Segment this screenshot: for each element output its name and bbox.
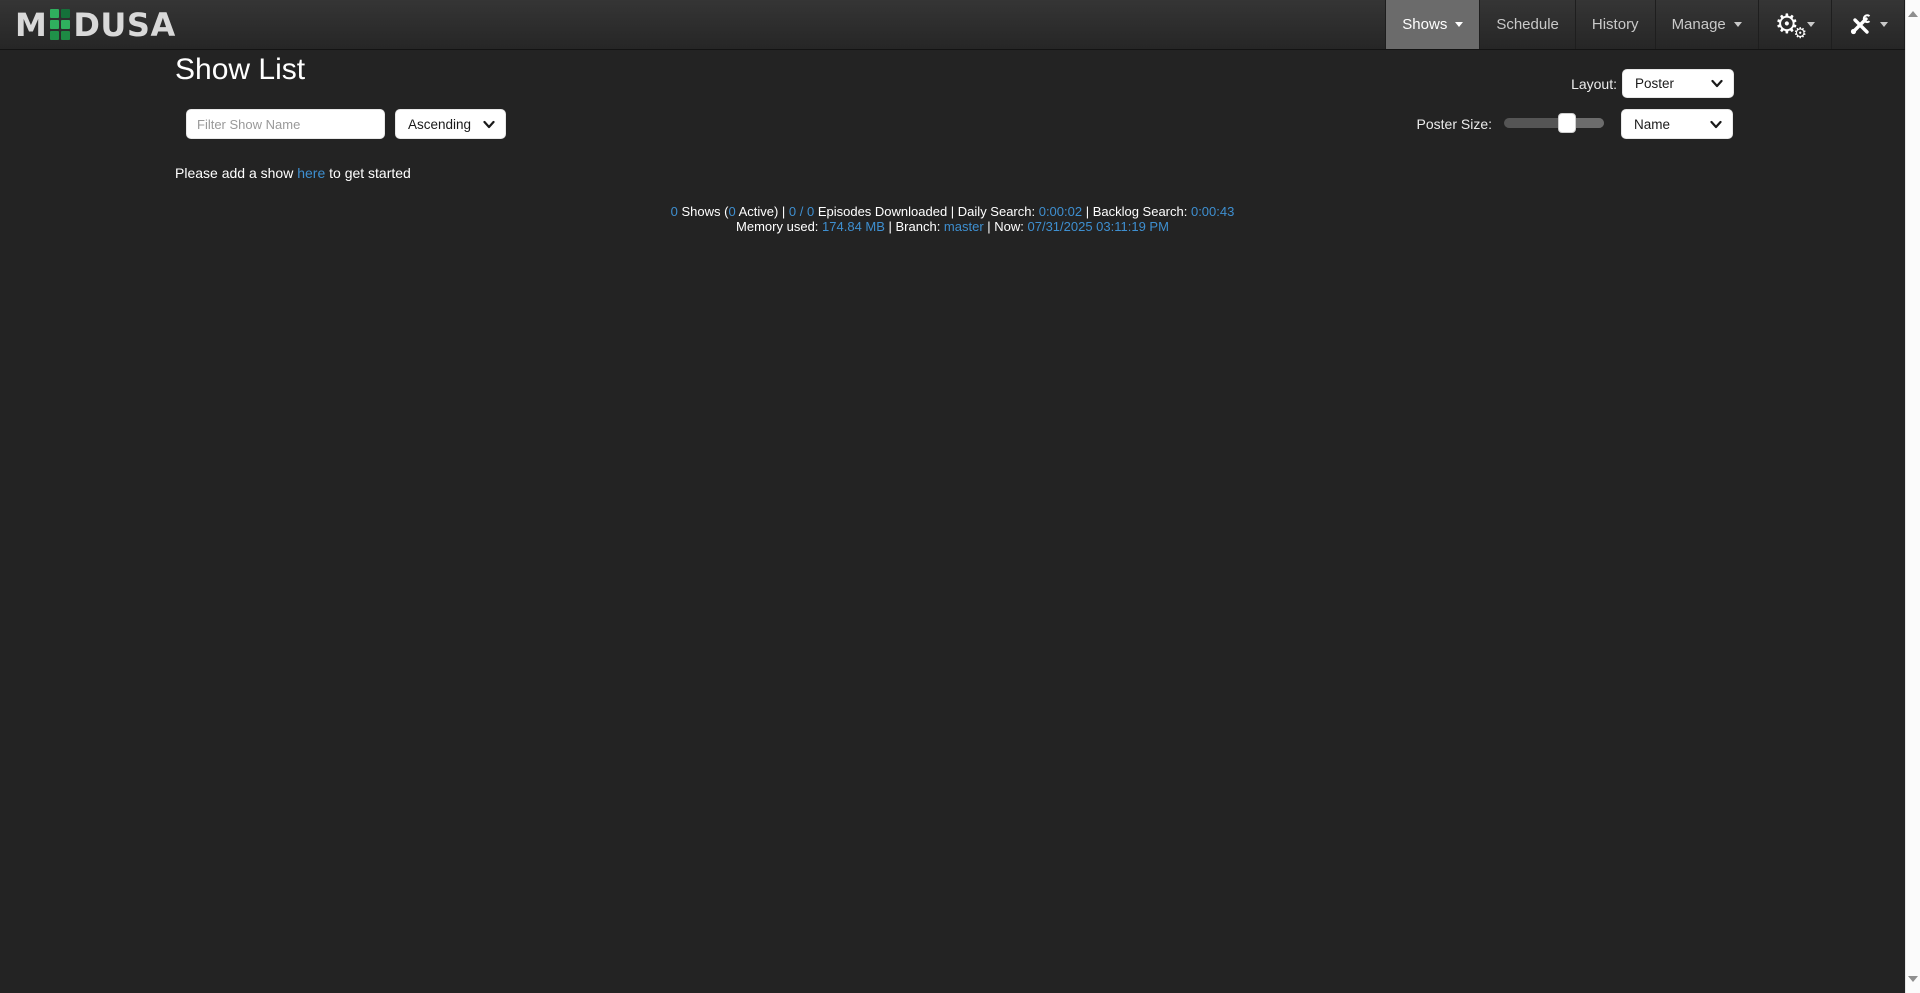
top-navbar: M DUSA Shows Schedule History Manage ⚙⚙ [0,0,1905,50]
branch-value: master [944,219,984,234]
poster-size-slider-handle[interactable] [1558,113,1576,133]
active-shows-count: 0 [728,204,735,219]
nav-item-history[interactable]: History [1575,0,1655,49]
caret-down-icon [1807,22,1815,31]
empty-message-pre: Please add a show [175,165,293,181]
nav-item-label: Shows [1402,16,1447,33]
nav-item-label: Manage [1672,16,1726,33]
logo-text-suffix: DUSA [73,6,175,44]
layout-select[interactable]: Poster [1622,69,1734,98]
sort-order-value: Ascending [396,117,483,132]
logo-text-prefix: M [15,6,47,44]
chevron-down-icon [1710,120,1722,129]
sort-by-select[interactable]: Name [1621,109,1733,139]
caret-down-icon [1455,22,1463,31]
chevron-down-icon [1711,79,1723,88]
gears-icon: ⚙⚙ [1775,11,1799,38]
episodes-downloaded-count: 0 / 0 [789,204,814,219]
filter-show-name-input[interactable] [186,109,385,139]
vertical-scrollbar[interactable] [1905,0,1920,993]
current-time-value: 07/31/2025 03:11:19 PM [1028,219,1169,234]
scrollbar-down-arrow-icon[interactable] [1908,976,1918,987]
sort-order-select[interactable]: Ascending [395,109,506,139]
shows-count: 0 [671,204,678,219]
slider-track-right [1572,118,1604,128]
poster-size-label: Poster Size: [1417,116,1492,132]
navbar-menu: Shows Schedule History Manage ⚙⚙ [1385,0,1905,49]
stats-line-1: 0 Shows (0 Active) | 0 / 0 Episodes Down… [0,204,1905,219]
nav-item-shows[interactable]: Shows [1385,0,1479,49]
caret-down-icon [1734,22,1742,31]
nav-item-label: History [1592,16,1639,33]
memory-used-value: 174.84 MB [822,219,885,234]
stats-line-2: Memory used: 174.84 MB | Branch: master … [0,219,1905,234]
daily-search-time: 0:00:02 [1039,204,1082,219]
layout-value: Poster [1623,76,1711,91]
nav-item-manage[interactable]: Manage [1655,0,1758,49]
poster-size-slider[interactable] [1504,118,1604,128]
chevron-down-icon [483,120,495,129]
page-title: Show List [175,53,305,87]
layout-label: Layout: [1571,76,1617,92]
scrollbar-up-arrow-icon[interactable] [1908,6,1918,17]
footer-stats: 0 Shows (0 Active) | 0 / 0 Episodes Down… [0,204,1905,234]
medusa-logo[interactable]: M DUSA [0,0,176,49]
empty-message-post: to get started [329,165,411,181]
nav-item-schedule[interactable]: Schedule [1479,0,1575,49]
backlog-search-time: 0:00:43 [1191,204,1234,219]
sort-by-value: Name [1622,117,1710,132]
tools-icon [1848,13,1872,37]
empty-show-list-message: Please add a show here to get started [175,165,411,181]
caret-down-icon [1880,22,1888,31]
add-show-here-link[interactable]: here [297,165,325,181]
nav-item-config[interactable]: ⚙⚙ [1758,0,1831,49]
nav-item-label: Schedule [1496,16,1559,33]
nav-item-tools[interactable] [1831,0,1905,49]
logo-grid-icon [50,9,70,40]
